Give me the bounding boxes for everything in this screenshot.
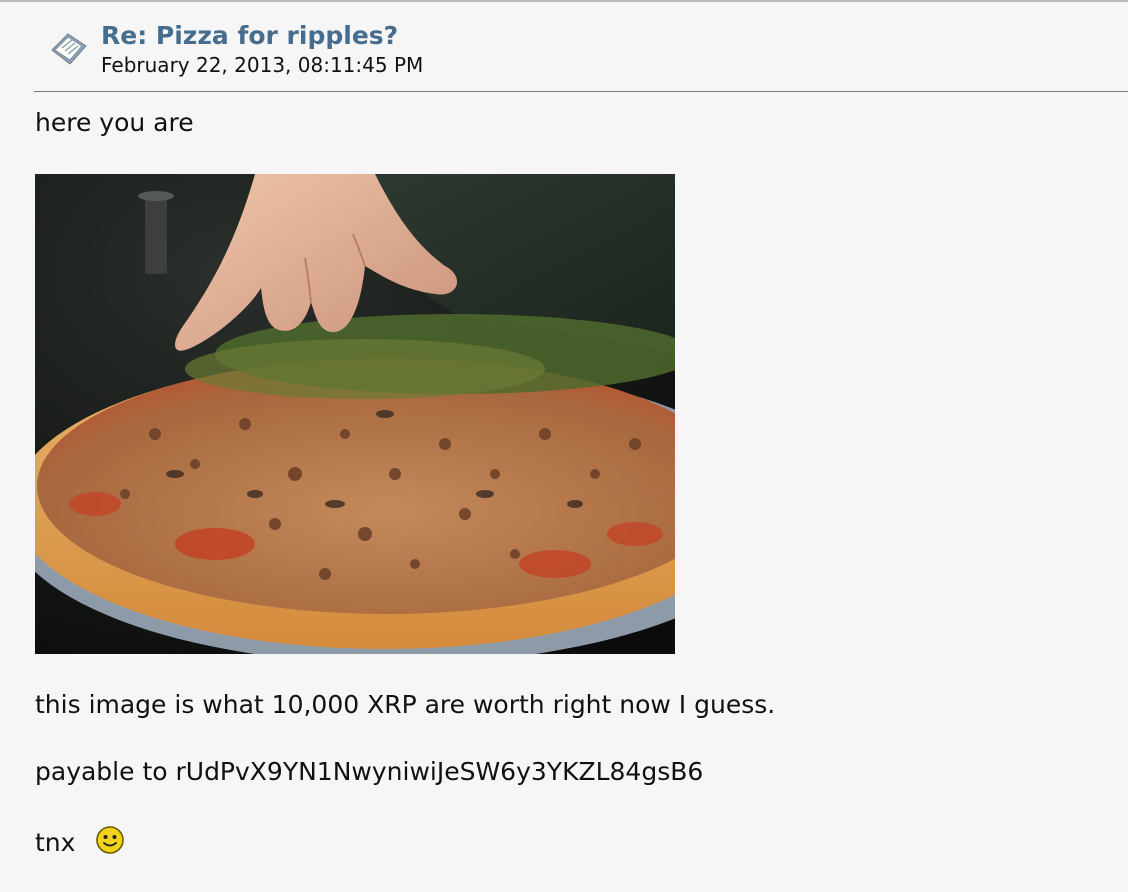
top-rule xyxy=(0,0,1128,2)
post-text-line2: this image is what 10,000 XRP are worth … xyxy=(35,690,776,719)
post-text-line3: payable to rUdPvX9YN1NwyniwiJeSW6y3YKZL8… xyxy=(35,757,704,786)
smiley-icon xyxy=(96,826,124,854)
post-text-line4: tnx xyxy=(35,828,76,857)
message-icon xyxy=(51,33,87,65)
post-title-link[interactable]: Re: Pizza for ripples? xyxy=(101,21,398,50)
post-date: February 22, 2013, 08:11:45 PM xyxy=(101,53,424,77)
post-text-line1: here you are xyxy=(35,108,194,137)
pizza-photo xyxy=(35,174,675,654)
header-divider xyxy=(34,91,1128,92)
